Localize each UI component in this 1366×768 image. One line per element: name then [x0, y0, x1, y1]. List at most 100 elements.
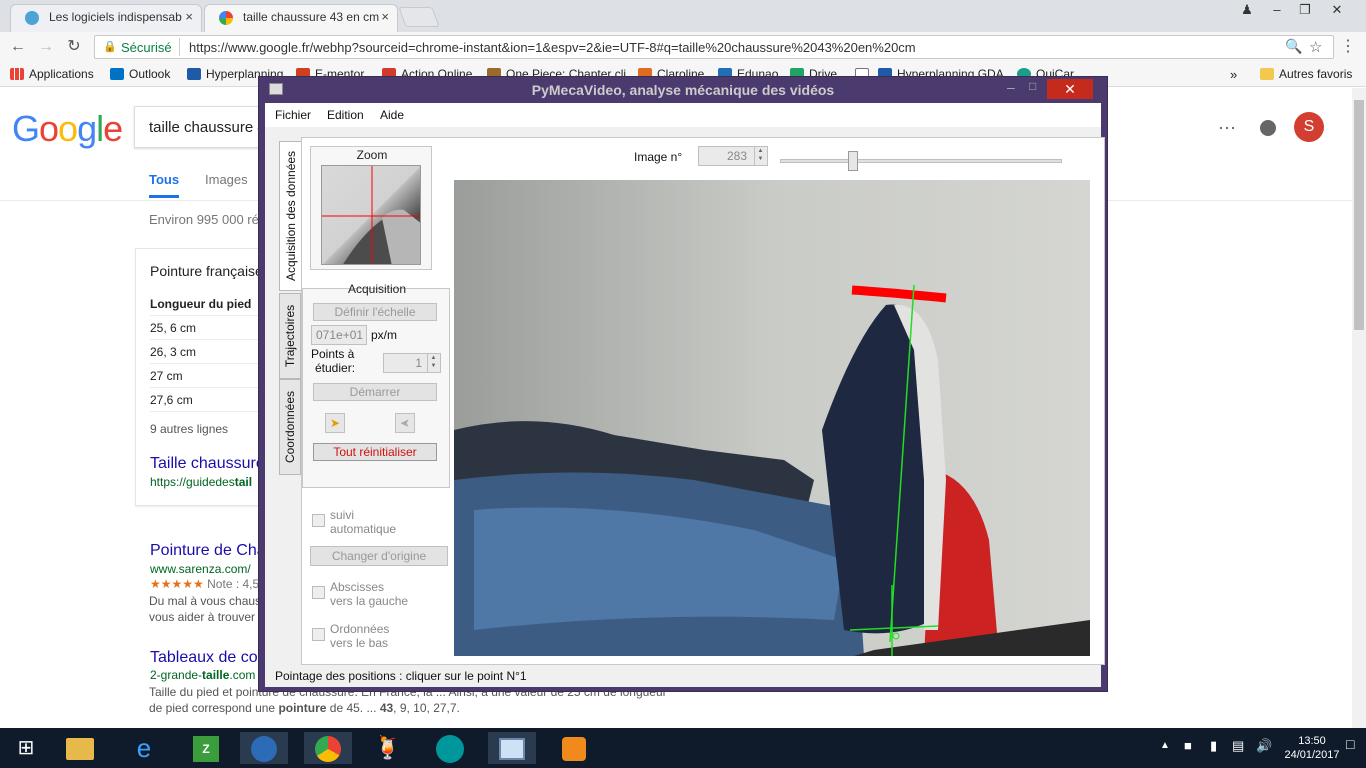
- forward-arrow-icon[interactable]: ➤: [325, 413, 345, 433]
- video-frame[interactable]: [454, 180, 1090, 656]
- google-apps-icon[interactable]: ⋯: [1218, 118, 1236, 139]
- result-snippet: de pied correspond une pointure de 45. .…: [149, 701, 460, 715]
- clock-date: 24/01/2017: [1284, 749, 1340, 761]
- more-bookmarks-icon[interactable]: »: [1230, 67, 1237, 82]
- auto-tracking-checkbox[interactable]: [312, 514, 325, 527]
- menu-kebab-icon[interactable]: ⋮: [1338, 38, 1358, 58]
- address-bar[interactable]: 🔒 Sécurisé https://www.google.fr/webhp?s…: [94, 35, 1334, 59]
- minimize-icon[interactable]: –: [1262, 0, 1292, 20]
- spin-arrows-icon[interactable]: ▲ ▼: [754, 147, 766, 165]
- scrollbar-thumb[interactable]: [1354, 100, 1364, 330]
- fruit-app-icon[interactable]: 🍹: [364, 732, 412, 764]
- menu-aide[interactable]: Aide: [380, 108, 404, 122]
- back-icon[interactable]: ←: [8, 38, 28, 58]
- bookmark-label: Outlook: [129, 67, 171, 81]
- bookmark-label: Autres favoris: [1279, 67, 1353, 81]
- zoom-crosshair: [322, 166, 420, 264]
- volume-icon[interactable]: 🔊: [1256, 738, 1272, 754]
- close-window-icon[interactable]: ✕: [1322, 0, 1352, 20]
- close-window-button[interactable]: ✕: [1047, 79, 1093, 99]
- pymecavideo-taskbar-icon[interactable]: [488, 732, 536, 764]
- apps-grid-icon: [10, 68, 24, 80]
- arduino-icon[interactable]: [426, 732, 474, 764]
- mail-icon: [110, 68, 124, 80]
- result-snippet: vous aider à trouver: [149, 610, 256, 624]
- result-link[interactable]: Pointure de Cha: [150, 542, 266, 560]
- avatar[interactable]: S: [1294, 112, 1324, 142]
- snippet-bold: 43: [379, 701, 394, 715]
- minimize-icon[interactable]: –: [1007, 79, 1015, 95]
- status-bar: Pointage des positions : cliquer sur le …: [275, 669, 527, 683]
- spin-arrows-icon[interactable]: ▲ ▼: [427, 354, 439, 372]
- other-bookmarks[interactable]: Autres favoris: [1260, 67, 1352, 81]
- tab-trajectoires[interactable]: Trajectoires: [279, 293, 301, 379]
- system-clock[interactable]: 13:50 24/01/2017: [1282, 734, 1342, 762]
- tab-acquisition[interactable]: Acquisition des données: [279, 141, 301, 291]
- google-favicon-icon: [219, 11, 233, 25]
- points-label: Points à: [311, 347, 355, 361]
- change-origin-button[interactable]: Changer d'origine: [310, 546, 448, 566]
- reload-icon[interactable]: ↻: [64, 38, 84, 58]
- media-player-icon[interactable]: [550, 732, 598, 764]
- tab-coordonnees[interactable]: Coordonnées: [279, 379, 301, 475]
- result-link[interactable]: Taille chaussure: [150, 455, 265, 473]
- image-slider-track[interactable]: [780, 159, 1062, 163]
- bookmark-applications[interactable]: Applications: [10, 67, 94, 81]
- thunderbird-icon[interactable]: [240, 732, 288, 764]
- windows-taskbar: ⊞ e Z 🍹 ▲ ■ ▮ ▤ 🔊 13:50 24/01/2017 □: [0, 728, 1366, 768]
- zip-tool-icon[interactable]: Z: [182, 732, 230, 764]
- tray-status-icon[interactable]: ■: [1184, 738, 1192, 753]
- start-button[interactable]: Démarrer: [313, 383, 437, 401]
- result-snippet: Du mal à vous chaus: [149, 594, 262, 608]
- url-prefix: 2-grande-: [150, 668, 203, 682]
- back-arrow-icon[interactable]: ➤: [395, 413, 415, 433]
- reset-button[interactable]: Tout réinitialiser: [313, 443, 437, 461]
- tab-logiciels[interactable]: Les logiciels indispensab ×: [10, 4, 202, 32]
- new-tab-button[interactable]: [398, 7, 440, 27]
- define-scale-button[interactable]: Définir l'échelle: [313, 303, 437, 321]
- chrome-icon[interactable]: [304, 732, 352, 764]
- tab-all[interactable]: Tous: [149, 172, 180, 198]
- image-slider-thumb[interactable]: [848, 151, 858, 171]
- tab-images[interactable]: Images: [205, 172, 248, 187]
- zoom-icon[interactable]: 🔍: [1285, 38, 1302, 55]
- scale-unit: px/m: [371, 328, 398, 342]
- rating-stars: ★★★★★ Note : 4,5: [150, 577, 259, 591]
- tab-google-search[interactable]: taille chaussure 43 en cm ×: [204, 4, 398, 32]
- windows-logo-icon[interactable]: ⊞: [2, 732, 50, 764]
- abscissa-checkbox[interactable]: [312, 586, 325, 599]
- url-bold: taille: [202, 668, 230, 682]
- maximize-icon[interactable]: □: [1029, 79, 1036, 93]
- url-text[interactable]: https://www.google.fr/webhp?sourceid=chr…: [189, 40, 916, 55]
- more-rows-link[interactable]: 9 autres lignes: [150, 422, 228, 436]
- url-prefix: https://guidedes: [150, 475, 235, 489]
- google-logo[interactable]: Google: [12, 108, 123, 150]
- image-label: Image n°: [634, 150, 683, 164]
- notifications-icon[interactable]: □: [1346, 736, 1354, 752]
- user-profile-icon[interactable]: ♟: [1232, 0, 1262, 20]
- menu-fichier[interactable]: Fichier: [275, 108, 311, 122]
- points-label: étudier:: [315, 361, 356, 375]
- star-icon[interactable]: ☆: [1309, 38, 1322, 56]
- ordinate-checkbox[interactable]: [312, 628, 325, 641]
- file-explorer-icon[interactable]: [56, 732, 104, 764]
- option-label: vers le bas: [330, 636, 389, 650]
- menu-edition[interactable]: Edition: [327, 108, 364, 122]
- battery-icon[interactable]: ▮: [1210, 738, 1217, 754]
- scale-field[interactable]: 071e+01: [311, 325, 367, 345]
- menu-bar: Fichier Edition Aide: [265, 103, 1101, 127]
- zoom-box: Zoom: [310, 146, 432, 270]
- table-header: Longueur du pied: [150, 297, 252, 311]
- tray-chevron-icon[interactable]: ▲: [1160, 740, 1170, 751]
- close-tab-icon[interactable]: ×: [185, 5, 193, 29]
- bookmark-outlook[interactable]: Outlook: [110, 67, 170, 81]
- maximize-icon[interactable]: ❐: [1290, 0, 1320, 20]
- notifications-icon[interactable]: [1260, 120, 1276, 136]
- close-tab-icon[interactable]: ×: [381, 5, 389, 29]
- edge-icon[interactable]: e: [120, 732, 168, 764]
- network-icon[interactable]: ▤: [1232, 738, 1244, 754]
- result-link[interactable]: Tableaux de co: [150, 649, 258, 667]
- forward-icon[interactable]: →: [36, 38, 56, 58]
- table-row: 26, 3 cm: [150, 345, 197, 359]
- table-row: 27 cm: [150, 369, 183, 383]
